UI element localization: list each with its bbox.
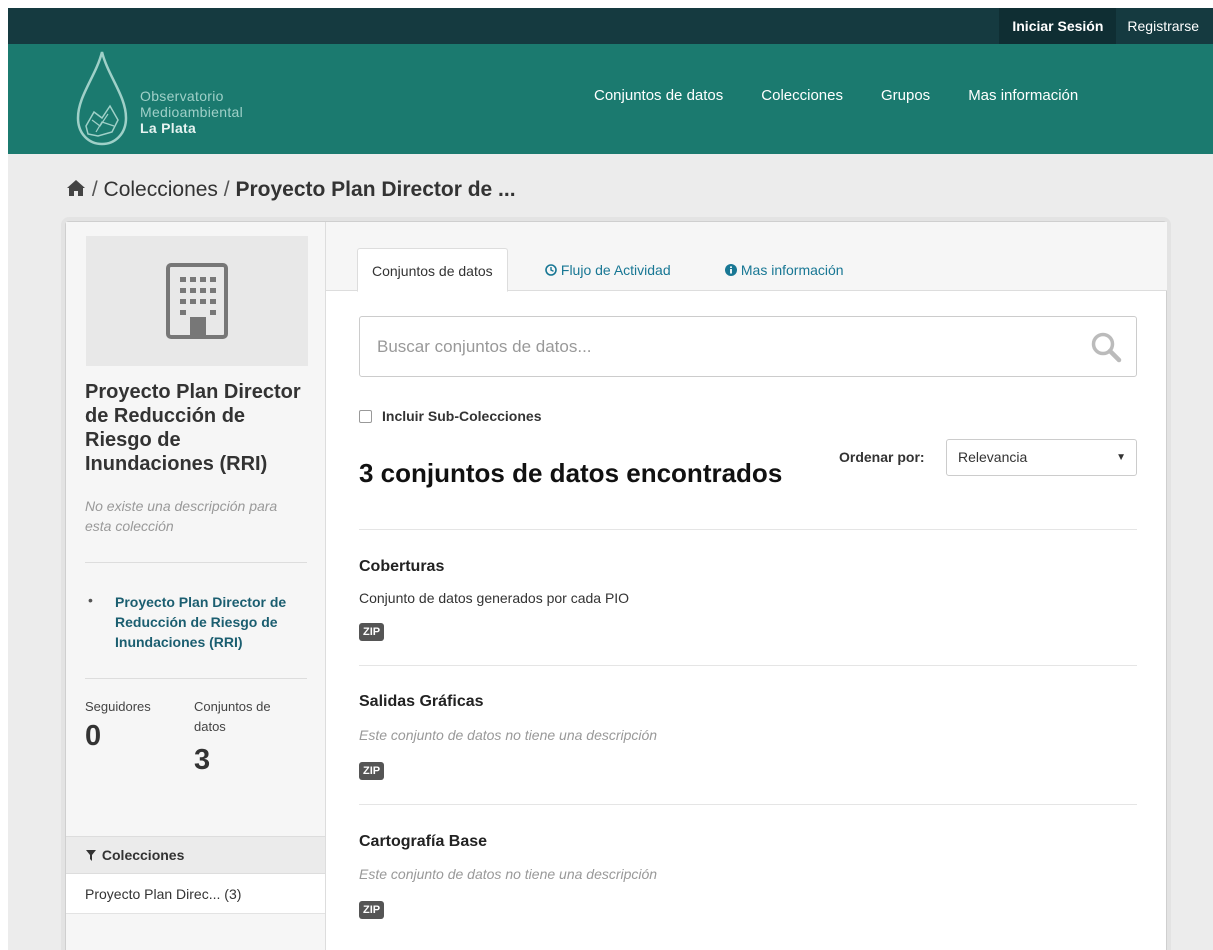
info-icon	[725, 264, 737, 276]
dataset-title[interactable]: Salidas Gráficas	[359, 693, 484, 711]
format-badge[interactable]: ZIP	[359, 901, 385, 919]
content-wrapper: Proyecto Plan Director de Reducción de R…	[65, 221, 1167, 950]
main-content: Conjuntos de datos Flujo de Actividad Ma…	[326, 222, 1167, 950]
site-name: Observatorio Medioambiental La Plata	[140, 88, 243, 136]
breadcrumb: / Colecciones / Proyecto Plan Director d…	[66, 178, 516, 202]
caret-down-icon: ▼	[1116, 452, 1126, 463]
facet-item[interactable]: Proyecto Plan Direc... (3)	[66, 874, 325, 914]
clock-icon	[545, 264, 557, 276]
sort-label: Ordenar por:	[839, 449, 925, 465]
include-sub-option: Incluir Sub-Colecciones	[359, 408, 541, 424]
dataset-title[interactable]: Cartografía Base	[359, 833, 487, 851]
tab-activity-label: Flujo de Actividad	[560, 262, 671, 278]
account-bar: Iniciar Sesión Registrarse	[8, 8, 1213, 44]
sidebar-divider	[85, 562, 307, 563]
collection-title: Proyecto Plan Director de Reducción de R…	[85, 381, 301, 475]
search-input[interactable]	[360, 317, 1060, 376]
building-icon	[166, 263, 228, 339]
followers-count: 0	[85, 720, 102, 752]
nav-about[interactable]: Mas información	[968, 87, 1078, 104]
filter-icon	[86, 850, 96, 861]
breadcrumb-current: Proyecto Plan Director de ...	[235, 178, 516, 201]
nav-datasets[interactable]: Conjuntos de datos	[594, 87, 723, 104]
dataset-description: Este conjunto de datos no tiene una desc…	[359, 866, 658, 882]
facet-header: Colecciones	[66, 836, 325, 874]
results-count: 3 conjuntos de datos encontrados	[359, 458, 783, 488]
masthead: Observatorio Medioambiental La Plata Con…	[8, 44, 1213, 154]
tab-bar: Conjuntos de datos Flujo de Actividad Ma…	[326, 222, 1167, 292]
tab-about[interactable]: Mas información	[711, 248, 858, 292]
nav-groups[interactable]: Grupos	[881, 87, 930, 104]
login-link[interactable]: Iniciar Sesión	[999, 8, 1117, 44]
list-divider	[359, 665, 1137, 666]
tab-about-label: Mas información	[740, 262, 844, 278]
include-sub-checkbox[interactable]	[359, 409, 372, 423]
dataset-description: Este conjunto de datos no tiene una desc…	[359, 727, 658, 743]
breadcrumb-collections[interactable]: Colecciones	[104, 178, 218, 201]
site-logo[interactable]: Observatorio Medioambiental La Plata	[72, 48, 272, 148]
facet-title: Colecciones	[101, 847, 185, 863]
nav-collections[interactable]: Colecciones	[761, 87, 843, 104]
sort-selected: Relevancia	[958, 449, 1028, 465]
list-divider	[359, 529, 1137, 530]
dataset-search	[359, 316, 1137, 377]
format-badge[interactable]: ZIP	[359, 623, 385, 641]
followers-label: Seguidores	[85, 699, 151, 714]
site-name-line-3: La Plata	[140, 120, 197, 136]
format-badge[interactable]: ZIP	[359, 762, 385, 780]
include-sub-label: Incluir Sub-Colecciones	[382, 408, 542, 424]
dataset-title[interactable]: Coberturas	[359, 558, 444, 576]
collection-description: No existe una descripción para esta cole…	[85, 498, 278, 534]
dataset-description: Conjunto de datos generados por cada PIO	[359, 590, 630, 606]
sort-select[interactable]: Relevancia ▼	[946, 439, 1137, 476]
collection-tree-link[interactable]: Proyecto Plan Director de Reducción de R…	[115, 592, 315, 652]
collection-sidebar: Proyecto Plan Director de Reducción de R…	[66, 222, 326, 950]
page-frame: Iniciar Sesión Registrarse Observatorio …	[8, 8, 1213, 950]
list-divider	[359, 804, 1137, 805]
site-name-line-2: Medioambiental	[140, 104, 244, 120]
home-icon[interactable]	[66, 179, 86, 197]
tab-activity[interactable]: Flujo de Actividad	[531, 248, 685, 292]
breadcrumb-separator: /	[91, 178, 98, 201]
main-nav: Conjuntos de datos Colecciones Grupos Ma…	[594, 87, 1078, 104]
sidebar-divider	[85, 678, 307, 679]
water-drop-logo-icon	[76, 51, 128, 146]
site-name-line-1: Observatorio	[140, 88, 224, 104]
search-icon[interactable]	[1090, 331, 1122, 363]
breadcrumb-separator: /	[223, 178, 230, 201]
account-links: Iniciar Sesión Registrarse	[999, 8, 1213, 44]
collection-image[interactable]	[86, 236, 308, 366]
tree-bullet: •	[88, 592, 93, 608]
datasets-label: Conjuntos de datos	[194, 699, 271, 734]
tab-datasets[interactable]: Conjuntos de datos	[357, 248, 508, 292]
register-link[interactable]: Registrarse	[1116, 8, 1213, 44]
datasets-count: 3	[194, 744, 211, 776]
